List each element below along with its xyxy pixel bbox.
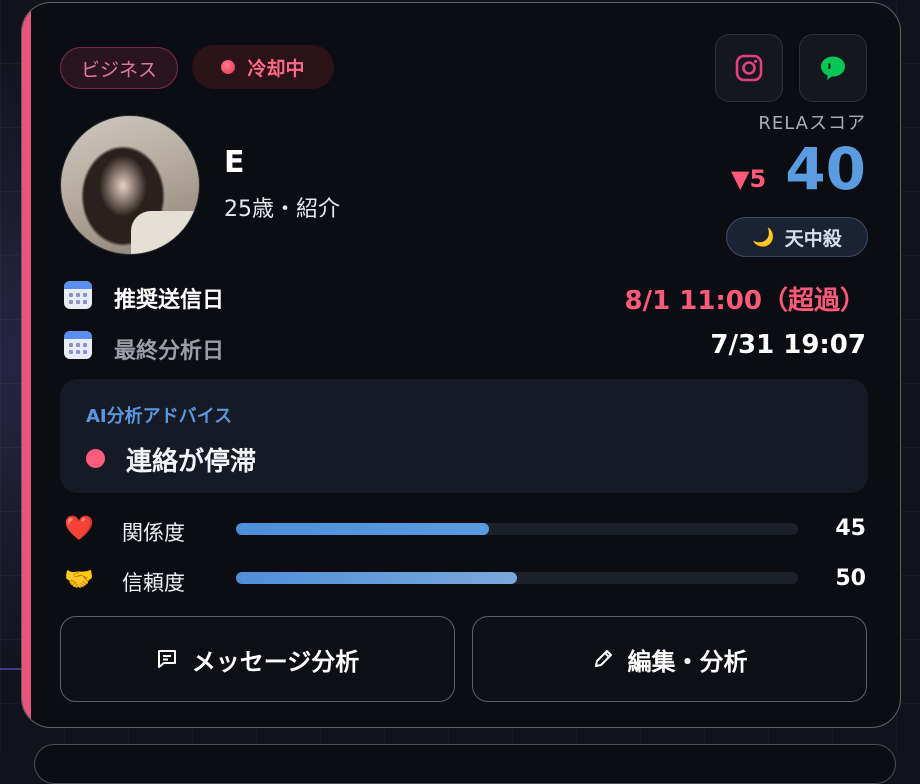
message-analysis-button[interactable]: メッセージ分析 (60, 616, 455, 702)
score-value: 40 (785, 135, 866, 203)
tenchusatsu-badge-label: 天中殺 (785, 224, 842, 251)
red-dot-icon (221, 60, 235, 74)
line-button[interactable] (799, 34, 867, 102)
pencil-icon (592, 648, 614, 670)
ai-advice-title: AI分析アドバイス (86, 402, 232, 428)
handshake-icon: 🤝 (64, 565, 94, 593)
score-delta: ▼5 (731, 165, 766, 193)
relationship-bar-fill (236, 523, 489, 535)
category-tag: ビジネス (60, 47, 178, 89)
trust-label: 信頼度 (122, 567, 185, 597)
contact-card[interactable]: ビジネス 冷却中 RELAスコア ▼5 40 🌙 天中殺 E 25歳・紹介 推奨… (21, 2, 901, 728)
instagram-icon (734, 53, 764, 83)
recommended-date-label: 推奨送信日 (114, 282, 224, 314)
category-tag-label: ビジネス (81, 55, 157, 82)
contact-name: E (224, 145, 245, 180)
last-analysis-value: 7/31 19:07 (710, 330, 866, 360)
edit-analysis-button[interactable]: 編集・分析 (472, 616, 867, 702)
relationship-label: 関係度 (122, 517, 185, 547)
message-analysis-label: メッセージ分析 (192, 642, 360, 677)
trust-bar (236, 572, 798, 584)
moon-icon: 🌙 (752, 227, 774, 248)
tenchusatsu-badge: 🌙 天中殺 (726, 217, 868, 257)
trust-bar-fill (236, 572, 517, 584)
edit-analysis-label: 編集・分析 (628, 642, 748, 677)
relationship-value: 45 (835, 516, 866, 541)
recommended-date-value: 8/1 11:00（超過） (625, 280, 867, 317)
contact-subtitle: 25歳・紹介 (224, 191, 340, 223)
heart-icon: ❤️ (64, 514, 94, 542)
red-dot-icon (86, 449, 105, 468)
instagram-button[interactable] (715, 34, 783, 102)
calendar-icon (64, 331, 92, 359)
calendar-icon (64, 281, 92, 309)
status-badge-label: 冷却中 (247, 54, 304, 81)
status-badge: 冷却中 (192, 45, 334, 89)
line-icon (818, 53, 848, 83)
score-label: RELAスコア (758, 109, 866, 135)
ai-advice-text: 連絡が停滞 (126, 441, 256, 478)
card-accent-bar (22, 3, 31, 727)
relationship-bar (236, 523, 798, 535)
next-card[interactable] (34, 744, 896, 784)
last-analysis-label: 最終分析日 (114, 333, 224, 365)
avatar (60, 115, 200, 255)
message-icon (156, 648, 178, 670)
trust-value: 50 (835, 566, 866, 591)
